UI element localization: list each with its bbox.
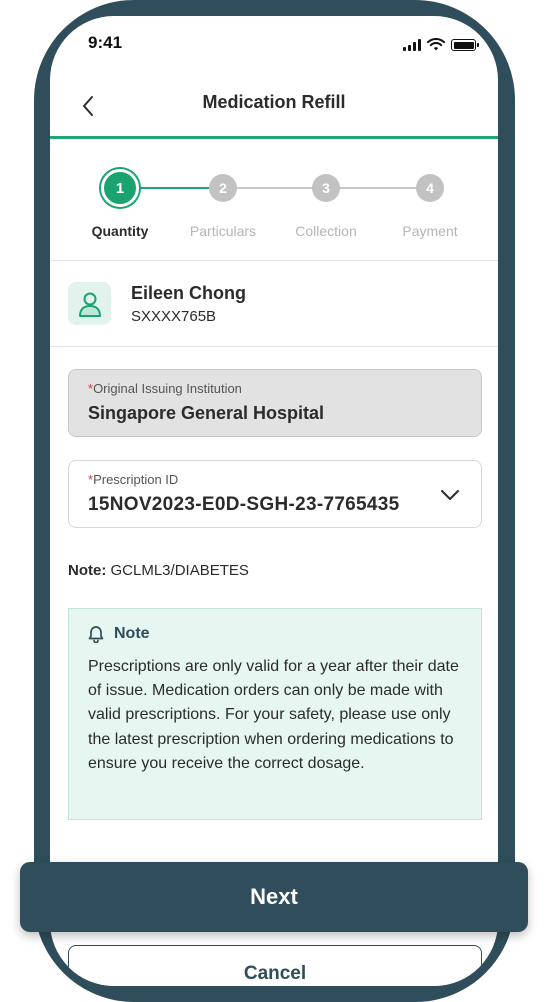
page-title: Medication Refill xyxy=(202,92,346,112)
prescription-field-label: *Prescription ID xyxy=(88,472,179,487)
chevron-down-icon[interactable] xyxy=(439,487,461,503)
status-time: 9:41 xyxy=(88,33,123,52)
battery-icon xyxy=(451,39,479,51)
patient-name: Eileen Chong xyxy=(131,283,247,303)
status-icons xyxy=(403,37,479,51)
step-4-label: Payment xyxy=(402,223,458,239)
note-line-label: Note: xyxy=(68,562,107,579)
step-2-circle[interactable]: 2 xyxy=(209,174,237,202)
note-line-value: GCLML3/DIABETES xyxy=(110,562,249,579)
patient-id: SXXXX765B xyxy=(131,308,217,325)
note-box-header: Note xyxy=(88,625,462,643)
next-button[interactable]: Next xyxy=(20,862,528,932)
patient-card: Eileen Chong SXXXX765B xyxy=(50,261,498,347)
signal-icon xyxy=(403,39,421,51)
note-box-title: Note xyxy=(114,625,150,642)
prescription-field-value: 15NOV2023-E0D-SGH-23-7765435 xyxy=(88,494,400,515)
step-4-circle[interactable]: 4 xyxy=(416,174,444,202)
app-screen: 9:41 Medication Refill 1 2 3 4 Quantity … xyxy=(50,16,498,986)
avatar xyxy=(68,282,111,325)
header: Medication Refill xyxy=(50,76,498,136)
cancel-button-label: Cancel xyxy=(243,963,307,984)
step-3-label: Collection xyxy=(295,223,357,239)
institution-field-value: Singapore General Hospital xyxy=(88,403,325,423)
institution-field: *Original Issuing Institution Singapore … xyxy=(68,369,482,437)
step-1-label: Quantity xyxy=(91,223,149,239)
progress-stepper: 1 2 3 4 Quantity Particulars Collection … xyxy=(50,139,498,261)
next-button-label: Next xyxy=(250,884,298,909)
step-1-circle[interactable]: 1 xyxy=(101,169,139,207)
step-3-circle[interactable]: 3 xyxy=(312,174,340,202)
wifi-icon xyxy=(427,38,445,51)
cancel-button[interactable]: Cancel xyxy=(68,945,482,986)
info-note-box: Note Prescriptions are only valid for a … xyxy=(68,608,482,820)
bell-icon xyxy=(88,626,104,643)
prescription-select[interactable]: *Prescription ID 15NOV2023-E0D-SGH-23-77… xyxy=(68,460,482,528)
user-icon xyxy=(78,292,101,317)
status-bar: 9:41 xyxy=(50,16,498,70)
step-2-label: Particulars xyxy=(189,223,257,239)
note-line: Note: GCLML3/DIABETES xyxy=(68,562,249,579)
note-box-body: Prescriptions are only valid for a year … xyxy=(88,658,459,772)
institution-field-label: *Original Issuing Institution xyxy=(88,381,242,396)
step-connector-2 xyxy=(237,187,313,189)
